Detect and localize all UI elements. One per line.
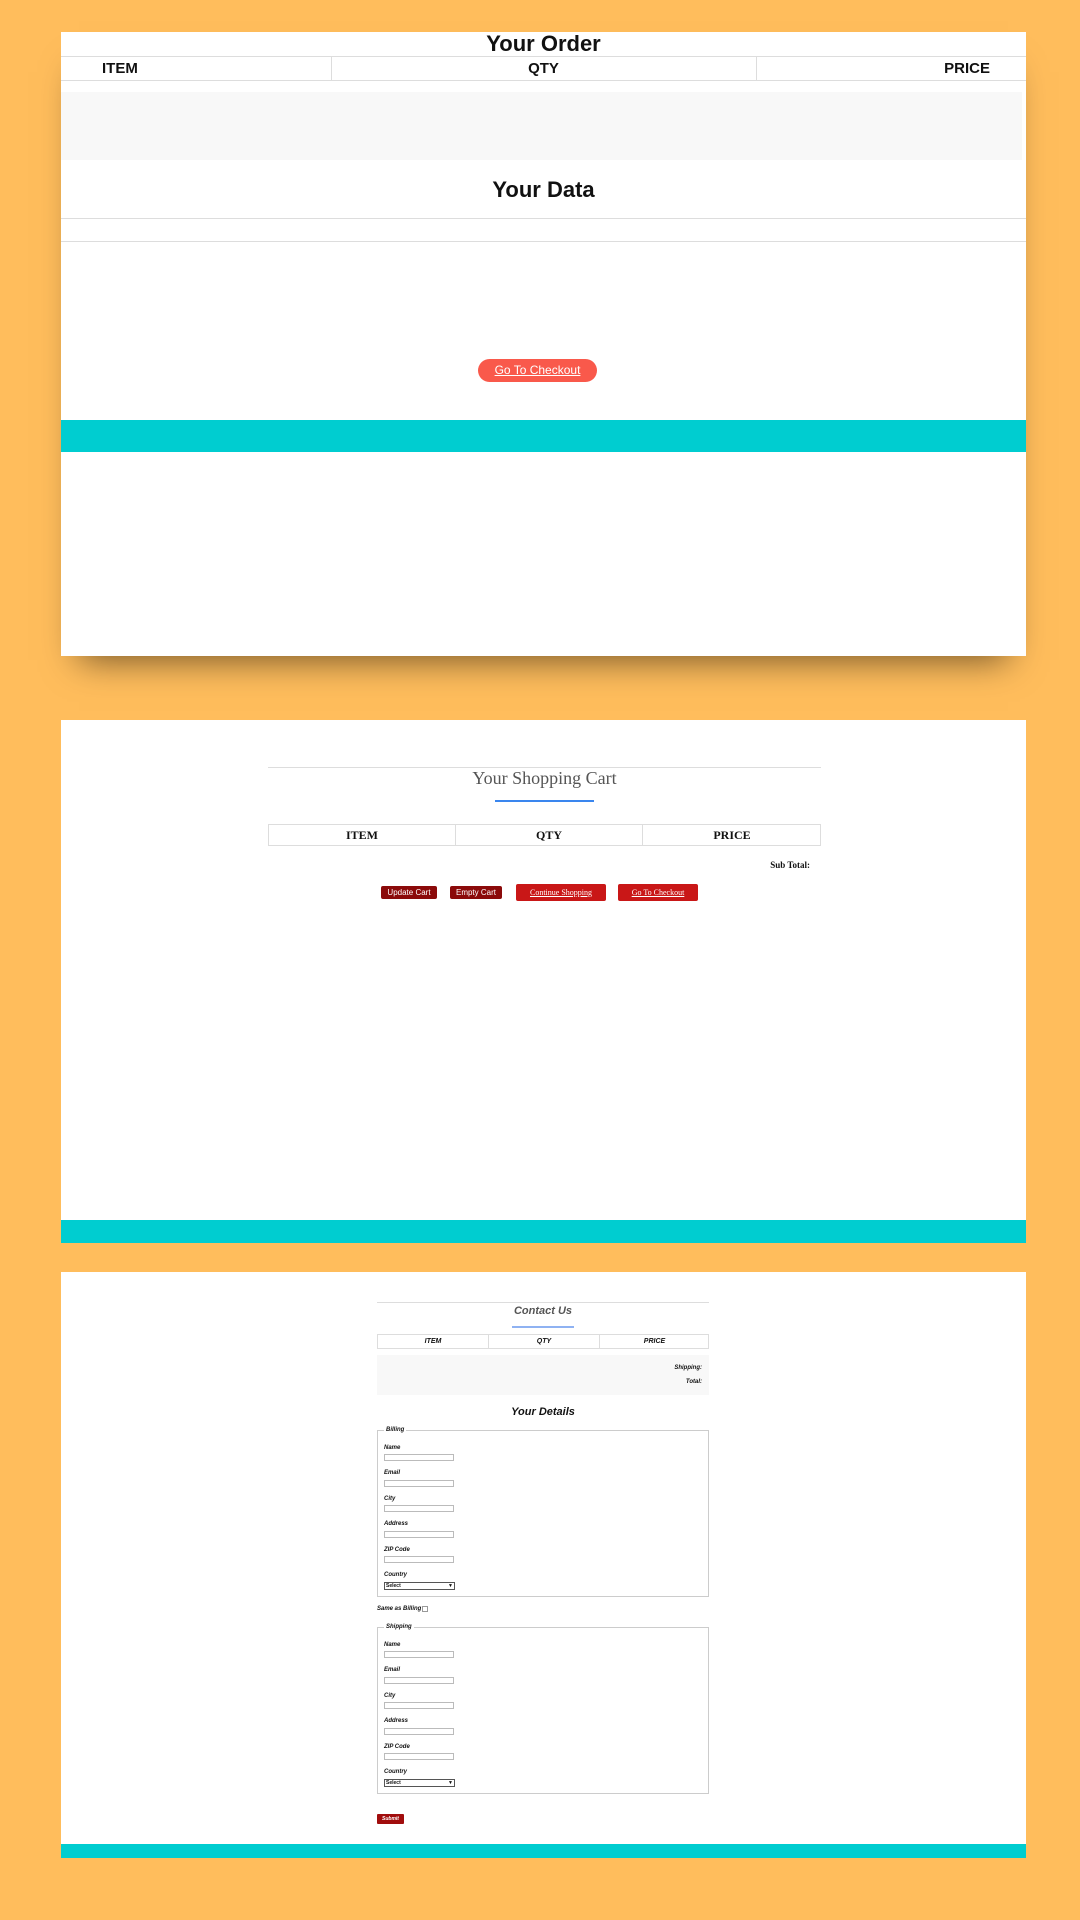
shipping-zip-input[interactable] bbox=[384, 1753, 454, 1760]
shipping-city-input[interactable] bbox=[384, 1702, 454, 1709]
billing-city-label: City bbox=[384, 1496, 396, 1502]
order-col-item: ITEM bbox=[61, 57, 332, 80]
billing-address-label: Address bbox=[384, 1521, 409, 1527]
shipping-zip-label: ZIP Code bbox=[384, 1744, 410, 1750]
order-table-header: ITEM QTY PRICE bbox=[61, 56, 1026, 81]
contact-col-item: ITEM bbox=[378, 1335, 489, 1348]
cart-table-header: ITEM QTY PRICE bbox=[268, 824, 821, 846]
order-panel: Your Order ITEM QTY PRICE Your Data Go T… bbox=[61, 32, 1026, 656]
contact-panel: Contact Us ITEM QTY PRICE Shipping: Tota… bbox=[61, 1272, 1026, 1858]
update-cart-button[interactable]: Update Cart bbox=[381, 886, 437, 899]
total-label: Total: bbox=[685, 1379, 702, 1385]
continue-shopping-button[interactable]: Continue Shopping bbox=[516, 884, 606, 901]
shipping-country-label: Country bbox=[384, 1769, 407, 1775]
summary-area bbox=[377, 1355, 709, 1395]
shipping-email-input[interactable] bbox=[384, 1677, 454, 1684]
divider bbox=[61, 241, 1026, 242]
title-underline bbox=[512, 1326, 574, 1328]
title-underline bbox=[495, 800, 594, 802]
billing-zip-input[interactable] bbox=[384, 1556, 454, 1563]
billing-country-select[interactable]: Select ▼ bbox=[384, 1582, 455, 1590]
cart-col-item: ITEM bbox=[269, 825, 456, 845]
billing-name-label: Name bbox=[384, 1445, 401, 1451]
teal-footer-bar bbox=[61, 1220, 1026, 1243]
teal-footer-bar bbox=[61, 420, 1026, 452]
billing-legend: Billing bbox=[386, 1427, 405, 1433]
shipping-label: Shipping: bbox=[674, 1365, 702, 1371]
teal-footer-bar bbox=[61, 1844, 1026, 1858]
order-title: Your Order bbox=[486, 31, 601, 56]
same-as-billing-checkbox[interactable] bbox=[422, 1606, 428, 1612]
subtotal-label: Sub Total: bbox=[770, 860, 810, 870]
go-to-checkout-button[interactable]: Go To Checkout bbox=[478, 359, 597, 382]
shipping-legend: Shipping bbox=[386, 1624, 412, 1630]
details-title: Your Details bbox=[511, 1406, 575, 1418]
chevron-down-icon: ▼ bbox=[448, 1780, 453, 1786]
billing-email-input[interactable] bbox=[384, 1480, 454, 1487]
divider bbox=[61, 218, 1026, 219]
billing-email-label: Email bbox=[384, 1470, 401, 1476]
shipping-address-label: Address bbox=[384, 1718, 409, 1724]
order-items-area bbox=[61, 92, 1022, 160]
contact-table-header: ITEM QTY PRICE bbox=[377, 1334, 709, 1349]
shipping-country-select[interactable]: Select ▼ bbox=[384, 1779, 455, 1787]
cart-col-price: PRICE bbox=[713, 828, 751, 842]
billing-country-label: Country bbox=[384, 1572, 407, 1578]
chevron-down-icon: ▼ bbox=[448, 1583, 453, 1589]
shipping-city-label: City bbox=[384, 1693, 396, 1699]
empty-cart-button[interactable]: Empty Cart bbox=[450, 886, 502, 899]
go-to-checkout-button[interactable]: Go To Checkout bbox=[618, 884, 698, 901]
contact-title: Contact Us bbox=[513, 1305, 573, 1317]
order-col-qty: QTY bbox=[331, 57, 757, 80]
submit-button[interactable]: Submit bbox=[377, 1814, 404, 1824]
shipping-name-label: Name bbox=[384, 1642, 401, 1648]
contact-col-qty: QTY bbox=[489, 1335, 600, 1348]
billing-address-input[interactable] bbox=[384, 1531, 454, 1538]
shipping-email-label: Email bbox=[384, 1667, 401, 1673]
shipping-address-input[interactable] bbox=[384, 1728, 454, 1735]
cart-col-qty: QTY bbox=[456, 825, 643, 845]
shopping-cart-panel: Your Shopping Cart ITEM QTY PRICE Sub To… bbox=[61, 720, 1026, 1243]
shipping-name-input[interactable] bbox=[384, 1651, 454, 1658]
same-as-billing-label: Same as Billing bbox=[377, 1606, 422, 1612]
billing-name-input[interactable] bbox=[384, 1454, 454, 1461]
order-col-price: PRICE bbox=[944, 60, 990, 77]
shipping-fieldset: Shipping Name Email City Address ZIP Cod… bbox=[377, 1624, 709, 1794]
data-title: Your Data bbox=[492, 177, 595, 202]
billing-zip-label: ZIP Code bbox=[384, 1547, 410, 1553]
billing-fieldset: Billing Name Email City Address ZIP Code… bbox=[377, 1427, 709, 1597]
divider bbox=[377, 1302, 709, 1303]
cart-title: Your Shopping Cart bbox=[472, 768, 617, 788]
billing-city-input[interactable] bbox=[384, 1505, 454, 1512]
contact-col-price: PRICE bbox=[643, 1338, 666, 1345]
